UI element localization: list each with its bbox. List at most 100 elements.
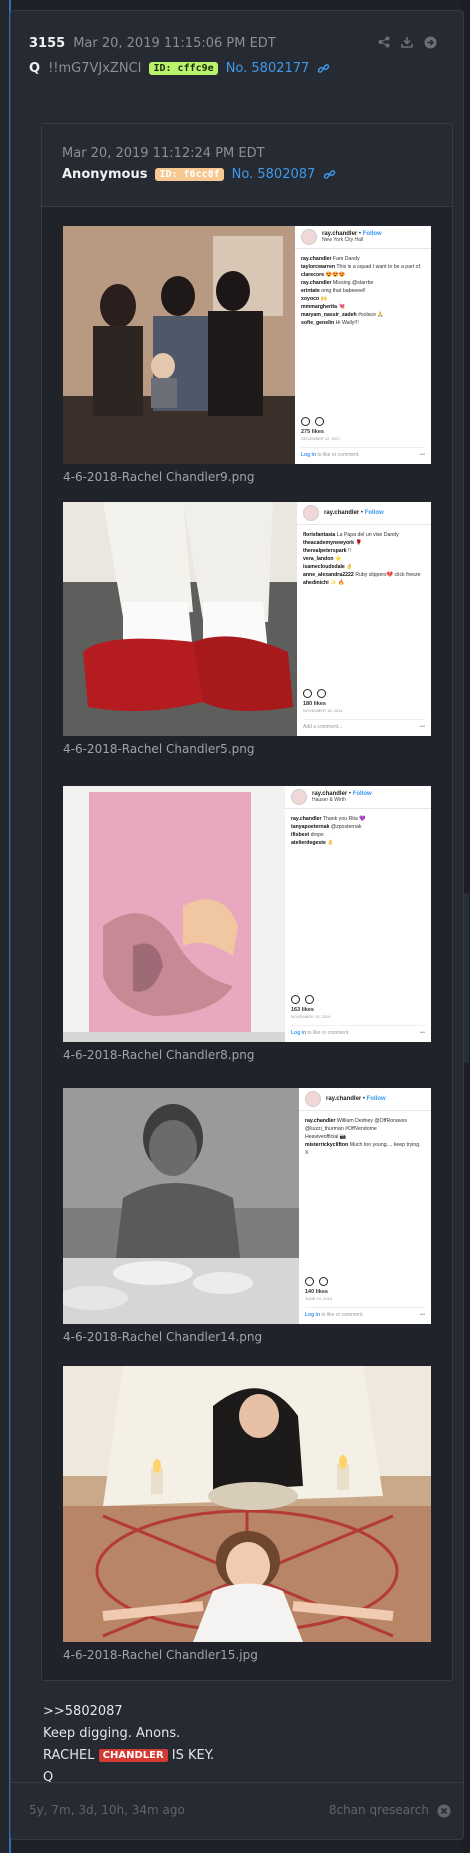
avatar: [301, 229, 317, 245]
board-name[interactable]: 8chan qresearch: [329, 1803, 429, 1817]
ig-comment-user: ray.chandler: [301, 280, 332, 286]
image-attachment-1[interactable]: ray.chandler • Follow New York City Hall…: [63, 226, 431, 486]
ig-likes: 275 likes: [301, 429, 324, 435]
ig-comment-user: ahedinichi: [303, 580, 329, 586]
comment-icon: [317, 689, 326, 698]
image-filename[interactable]: 4-6-2018-Rachel Chandler5.png: [63, 742, 431, 758]
quoted-post: Mar 20, 2019 11:12:24 PM EDT Anonymous I…: [41, 123, 453, 1681]
ig-comment: florisfantasia La Papa del un vise Dandy: [303, 531, 425, 539]
ig-comment-user: erintate: [301, 288, 320, 294]
ig-login-rest: to like or comment.: [321, 1312, 364, 1318]
ig-comment-text: Ruby slippers💔 click freeze: [355, 572, 421, 578]
ig-comment-text: Heaviveofficial 📷: [305, 1134, 347, 1140]
body-text: IS KEY.: [171, 1748, 215, 1763]
ig-action-icons: [291, 995, 425, 1004]
quoted-poster-id-badge: ID: f6cc8f: [155, 168, 224, 181]
ig-comment-user: sofie_genelin: [301, 320, 335, 326]
ig-comment-text: Hi Wally!!!: [335, 320, 359, 326]
ig-comment: maryam_nassir_zadeh #solace 🙏: [301, 311, 425, 319]
image-attachment-4[interactable]: ray.chandler • Follow ray.chandler Willi…: [63, 1088, 431, 1346]
ig-comment: xoyoco 🙌: [301, 295, 425, 303]
post-footer: 5y, 7m, 3d, 10h, 34m ago 8chan qresearch: [11, 1782, 463, 1839]
more-icon: •••: [419, 452, 425, 458]
ig-comment-user: vera_landon: [303, 556, 334, 562]
comment-icon: [315, 417, 324, 426]
instagram-panel: ray.chandler • Follow ray.chandler Willi…: [299, 1088, 431, 1324]
image-filename[interactable]: 4-6-2018-Rachel Chandler15.jpg: [63, 1648, 431, 1664]
image-attachment-5[interactable]: 4-6-2018-Rachel Chandler15.jpg: [63, 1366, 431, 1664]
ig-comments: ray.chandler Fam Dandy taylorcwarren This…: [295, 249, 431, 333]
ig-comment: vera_landon ⭐: [303, 555, 425, 563]
ig-comment: ray.chandler Thank you Rita 💜: [291, 815, 425, 823]
ig-comment: ahedinichi ✨ 🔥: [303, 579, 425, 587]
image-thumbnail[interactable]: ray.chandler • Follow ray.chandler Willi…: [63, 1088, 431, 1324]
post-date: Mar 20, 2019 11:15:06 PM EDT: [73, 35, 276, 51]
ig-follow: Follow: [362, 231, 382, 237]
comment-icon: [305, 995, 314, 1004]
image-filename[interactable]: 4-6-2018-Rachel Chandler8.png: [63, 1048, 431, 1064]
reply-link[interactable]: >>5802087: [43, 1701, 214, 1723]
image-filename[interactable]: 4-6-2018-Rachel Chandler9.png: [63, 470, 431, 486]
ig-username: ray.chandler: [326, 1096, 362, 1102]
instagram-panel: ray.chandler • Follow Hauser & Wirth ray…: [285, 786, 431, 1042]
post-tripcode: !!mG7VJxZNCI: [48, 60, 142, 76]
share-icon[interactable]: [377, 35, 391, 49]
ig-comment-user: mmmargherita: [301, 304, 338, 310]
photo-group-portrait: [63, 226, 295, 464]
ig-likes: 180 likes: [303, 701, 326, 707]
image-thumbnail[interactable]: ray.chandler • Follow florisfantasia La …: [63, 502, 431, 736]
image-attachment-2[interactable]: ray.chandler • Follow florisfantasia La …: [63, 502, 431, 758]
heart-icon: [305, 1277, 314, 1286]
ig-comment-user: taylorcwarren: [301, 264, 336, 270]
highlight-mark: CHANDLER: [98, 1749, 168, 1762]
quoted-post-number-link[interactable]: No. 5802087: [232, 167, 337, 182]
close-icon[interactable]: [437, 1803, 451, 1818]
ig-comment-user: tanyapoeternak: [291, 824, 330, 830]
ig-comment-user: ray.chandler: [301, 256, 332, 262]
ig-login: Log in: [301, 452, 316, 458]
heart-icon: [291, 995, 300, 1004]
ig-comment-text: ✨ 🔥: [330, 580, 345, 586]
ig-comment-user: florisfantasia: [303, 532, 336, 538]
post-body: >>5802087 Keep digging. Anons. RACHEL CH…: [43, 1701, 214, 1789]
avatar: [291, 789, 307, 805]
ig-comments: ray.chandler Thank you Rita 💜 tanyapoeter…: [285, 809, 431, 853]
ig-comment-text: !!: [348, 548, 351, 554]
ig-comment-user: misterrickyclifton: [305, 1142, 349, 1148]
post-number: 3155: [29, 35, 66, 51]
ig-comment: taylorcwarren This is a squad I want to …: [301, 263, 425, 271]
heart-icon: [301, 417, 310, 426]
ig-comment: therealpeterspark !!: [303, 547, 425, 555]
arrow-right-circle-icon[interactable]: [423, 35, 437, 49]
photo-pink-painting: [63, 786, 285, 1042]
ig-comment: tanyapoeternak @zposternak: [291, 823, 425, 831]
ig-comment: mmmargherita 💘: [301, 303, 425, 311]
image-thumbnail[interactable]: ray.chandler • Follow New York City Hall…: [63, 226, 431, 464]
ig-comment: Heaviveofficial 📷: [305, 1133, 425, 1141]
image-thumbnail[interactable]: ray.chandler • Follow Hauser & Wirth ray…: [63, 786, 431, 1042]
ig-comment-user: atelierdegeste: [291, 840, 326, 846]
body-text: RACHEL: [43, 1748, 95, 1763]
quoted-post-link-label: No. 5802087: [231, 167, 316, 182]
ig-comment-user: ray.chandler: [305, 1118, 336, 1124]
image-thumbnail[interactable]: [63, 1366, 431, 1642]
more-icon: •••: [419, 724, 425, 730]
ig-comment-text: This is a squad I want to be a part of.: [336, 264, 422, 270]
download-icon[interactable]: [400, 35, 414, 49]
comment-icon: [319, 1277, 328, 1286]
photo-children-candles: [63, 1366, 431, 1642]
ig-comment-user: theacademynewyork: [303, 540, 355, 546]
image-filename[interactable]: 4-6-2018-Rachel Chandler14.png: [63, 1330, 431, 1346]
ig-comment: erintate omg that babeeeel!: [301, 287, 425, 295]
ig-username: ray.chandler: [324, 510, 360, 516]
ig-comment: theacademynewyork 🌹: [303, 539, 425, 547]
ig-comment-user: maryam_nassir_zadeh: [301, 312, 357, 318]
ig-login: Log in: [291, 1030, 306, 1036]
ig-date: NOVEMBER 18, 2014: [303, 708, 343, 713]
photo-red-shoes: [63, 502, 297, 736]
image-attachment-3[interactable]: ray.chandler • Follow Hauser & Wirth ray…: [63, 786, 431, 1064]
body-line: RACHEL CHANDLER IS KEY.: [43, 1745, 214, 1767]
post-number-link[interactable]: No. 5802177: [226, 61, 331, 76]
quoted-post-date: Mar 20, 2019 11:12:24 PM EDT: [62, 146, 265, 161]
poster-id-badge: ID: cffc9e: [149, 61, 218, 75]
